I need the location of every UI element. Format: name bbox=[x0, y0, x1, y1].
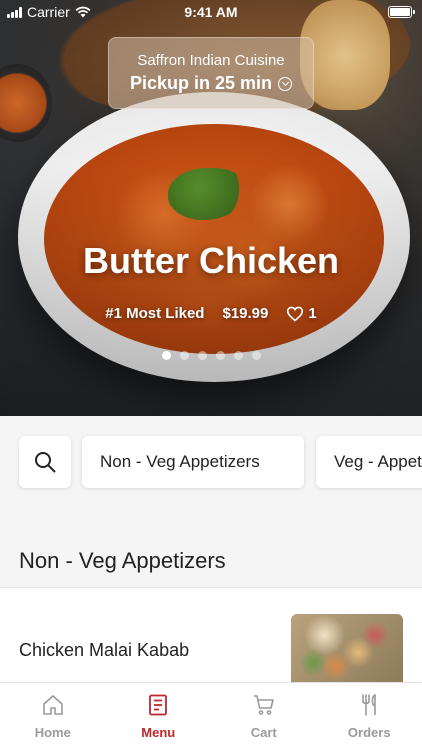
category-bar: Non - Veg Appetizers Veg - Appetizers bbox=[0, 416, 422, 512]
like-count: 1 bbox=[308, 305, 317, 322]
carousel-dot-6[interactable] bbox=[251, 351, 261, 360]
carousel-dot-2[interactable] bbox=[179, 351, 189, 360]
menu-list: Chicken Malai Kabab bbox=[0, 588, 422, 684]
featured-badge: #1 Most Liked bbox=[105, 305, 205, 322]
menu-item-photo bbox=[291, 614, 403, 684]
status-time: 9:41 AM bbox=[184, 4, 238, 20]
carousel-dot-3[interactable] bbox=[197, 351, 207, 360]
tab-bar: Home Menu Cart Orders bbox=[0, 682, 422, 750]
carousel-pagination bbox=[0, 351, 422, 360]
restaurant-selector[interactable]: Saffron Indian Cuisine Pickup in 25 min bbox=[108, 37, 314, 109]
status-bar: Carrier 9:41 AM bbox=[0, 0, 422, 24]
restaurant-name: Saffron Indian Cuisine bbox=[137, 52, 285, 69]
fork-knife-icon bbox=[362, 694, 377, 716]
cart-icon bbox=[253, 695, 274, 715]
tab-label: Home bbox=[34, 725, 71, 740]
menu-icon bbox=[149, 694, 168, 716]
tab-label: Cart bbox=[250, 725, 277, 740]
carousel-dot-1[interactable] bbox=[161, 351, 171, 360]
battery-icon bbox=[388, 6, 415, 18]
list-item[interactable]: Chicken Malai Kabab bbox=[0, 588, 422, 684]
tab-orders[interactable]: Orders bbox=[317, 683, 422, 750]
menu-item-name: Chicken Malai Kabab bbox=[19, 640, 190, 660]
search-button[interactable] bbox=[19, 436, 71, 488]
chevron-down-circle-icon bbox=[278, 76, 293, 91]
featured-price: $19.99 bbox=[222, 305, 269, 322]
like-button[interactable]: 1 bbox=[286, 305, 317, 322]
search-icon bbox=[35, 452, 56, 473]
pickup-time: Pickup in 25 min bbox=[129, 73, 273, 93]
featured-dish-title: Butter Chicken bbox=[82, 240, 340, 281]
section-title: Non - Veg Appetizers bbox=[19, 548, 226, 573]
tab-cart[interactable]: Cart bbox=[211, 683, 317, 750]
tab-home[interactable]: Home bbox=[0, 683, 106, 750]
featured-dish-meta: #1 Most Liked $19.99 1 bbox=[0, 305, 422, 322]
tab-label: Menu bbox=[141, 725, 176, 740]
tab-label: Orders bbox=[347, 725, 391, 740]
pickup-row: Pickup in 25 min bbox=[109, 73, 313, 94]
category-chip-non-veg-appetizers[interactable]: Non - Veg Appetizers bbox=[82, 436, 304, 488]
carousel-dot-4[interactable] bbox=[215, 351, 225, 360]
tab-menu[interactable]: Menu bbox=[106, 683, 212, 750]
category-chip-veg-appetizers[interactable]: Veg - Appetizers bbox=[316, 436, 422, 488]
featured-hero[interactable]: Saffron Indian Cuisine Pickup in 25 min … bbox=[0, 0, 422, 416]
home-icon bbox=[42, 695, 63, 715]
heart-icon bbox=[287, 306, 304, 322]
carousel-dot-5[interactable] bbox=[233, 351, 243, 360]
